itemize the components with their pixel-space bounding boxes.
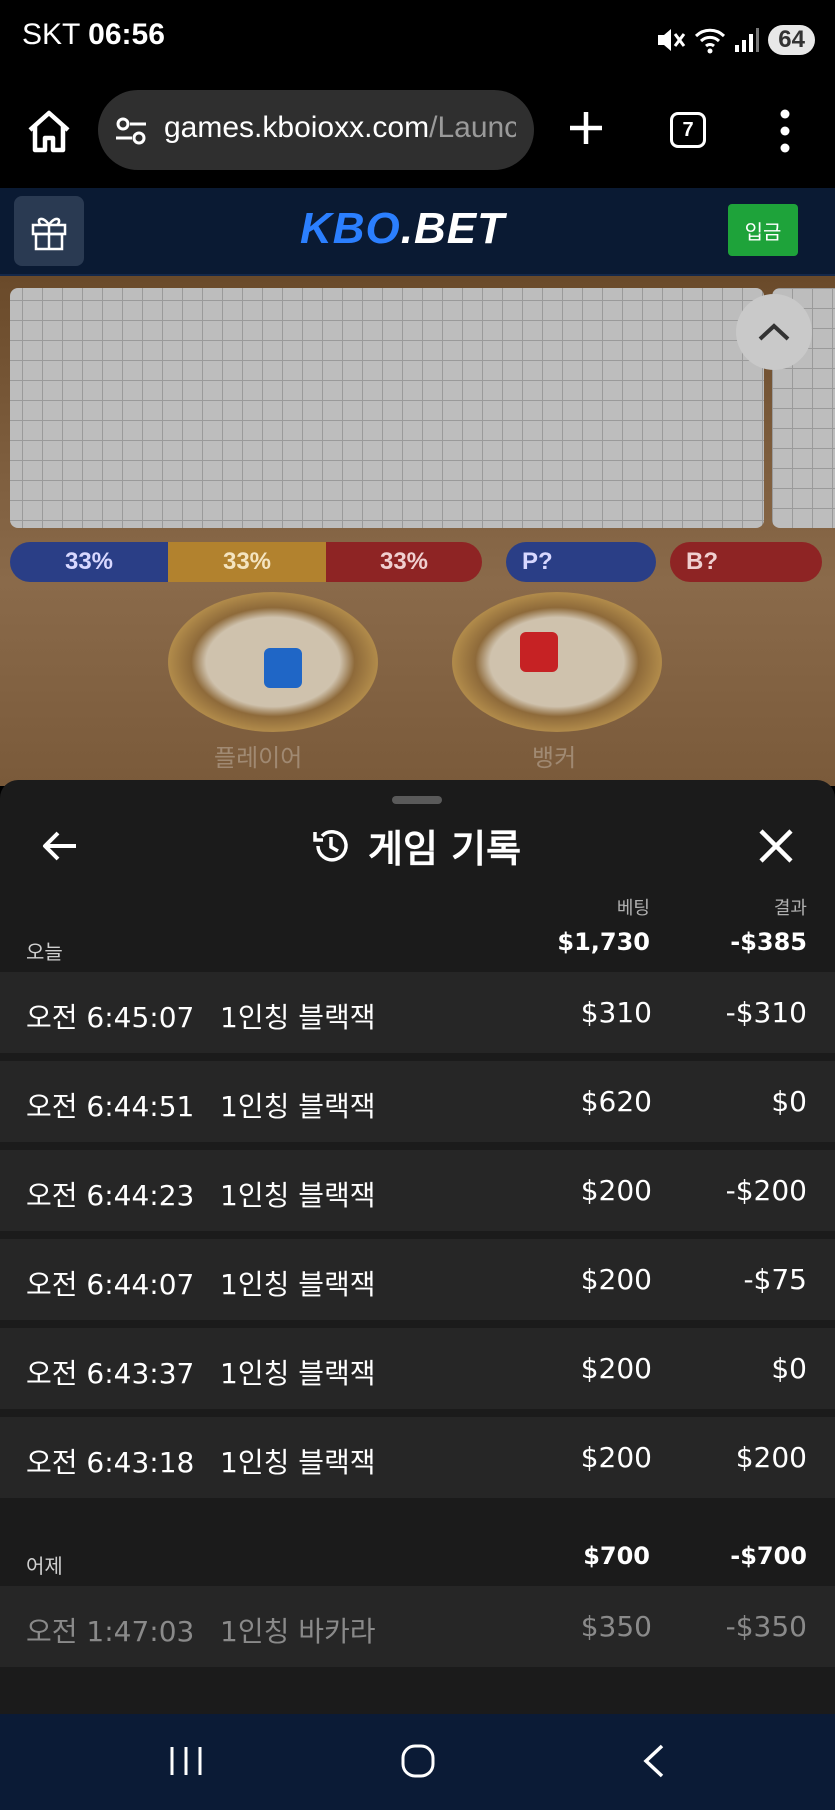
home-icon[interactable] bbox=[22, 104, 76, 158]
gift-button[interactable] bbox=[14, 196, 84, 266]
row-result: -$75 bbox=[743, 1263, 807, 1296]
today-total-result: -$385 bbox=[730, 928, 807, 956]
more-menu-icon[interactable] bbox=[778, 108, 792, 154]
url-path: /Launc bbox=[429, 111, 516, 144]
back-arrow-icon[interactable] bbox=[40, 828, 80, 864]
row-time: 오전 6:43:18 bbox=[26, 1446, 195, 1479]
road-scoreboard bbox=[10, 288, 764, 528]
logo-suffix: .BET bbox=[400, 204, 506, 253]
row-game: 1인칭 블랙잭 bbox=[220, 1268, 376, 1301]
status-icons: 64 bbox=[656, 22, 815, 58]
row-bet: $350 bbox=[580, 1610, 652, 1643]
row-game: 1인칭 블랙잭 bbox=[220, 1446, 376, 1479]
player-predict-button[interactable]: P? bbox=[506, 542, 656, 582]
nav-home-icon[interactable] bbox=[400, 1742, 436, 1780]
yesterday-total-result: -$700 bbox=[730, 1542, 807, 1570]
history-row[interactable]: 오전 6:45:07 1인칭 블랙잭 $310 -$310 bbox=[0, 972, 835, 1053]
player-win-percentage: 33% bbox=[10, 542, 168, 582]
column-header-bet: 베팅 bbox=[616, 898, 650, 919]
yesterday-total-bet: $700 bbox=[583, 1542, 650, 1570]
url-text[interactable]: games.kboioxx.com/Launc bbox=[164, 111, 516, 145]
logo-main: KBO bbox=[300, 204, 401, 253]
row-game: 1인칭 바카라 bbox=[220, 1615, 376, 1648]
sheet-drag-handle[interactable] bbox=[392, 796, 442, 804]
row-result: $0 bbox=[771, 1085, 807, 1118]
row-game: 1인칭 블랙잭 bbox=[220, 1179, 376, 1212]
history-row[interactable]: 오전 6:43:37 1인칭 블랙잭 $200 $0 bbox=[0, 1328, 835, 1409]
nav-back-icon[interactable] bbox=[640, 1742, 668, 1780]
carrier-label: SKT bbox=[22, 18, 80, 51]
new-tab-icon[interactable] bbox=[566, 108, 606, 148]
player-die bbox=[264, 648, 302, 688]
history-row[interactable]: 오전 6:44:23 1인칭 블랙잭 $200 -$200 bbox=[0, 1150, 835, 1231]
site-logo[interactable]: KBO.BET bbox=[300, 204, 505, 254]
banker-predict-button[interactable]: B? bbox=[670, 542, 822, 582]
row-game: 1인칭 블랙잭 bbox=[220, 1357, 376, 1390]
banker-win-percentage: 33% bbox=[326, 542, 482, 582]
row-time: 오전 1:47:03 bbox=[26, 1615, 195, 1648]
tie-percentage: 33% bbox=[168, 542, 326, 582]
tab-switcher-button[interactable]: 7 bbox=[670, 112, 706, 148]
battery-indicator: 64 bbox=[768, 25, 815, 55]
row-bet: $200 bbox=[580, 1441, 652, 1474]
row-bet: $200 bbox=[580, 1352, 652, 1385]
signal-icon bbox=[735, 28, 760, 52]
deposit-button[interactable]: 입금 bbox=[728, 204, 798, 256]
recents-icon[interactable] bbox=[168, 1744, 204, 1778]
row-time: 오전 6:44:51 bbox=[26, 1090, 195, 1123]
history-row[interactable]: 오전 6:44:07 1인칭 블랙잭 $200 -$75 bbox=[0, 1239, 835, 1320]
mute-icon bbox=[658, 29, 686, 51]
sheet-title: 게임 기록 bbox=[310, 818, 521, 873]
banker-label: 뱅커 bbox=[532, 744, 577, 772]
wifi-icon bbox=[695, 28, 726, 54]
row-time: 오전 6:44:23 bbox=[26, 1179, 195, 1212]
url-host: games.kboioxx.com bbox=[164, 111, 430, 144]
banker-die bbox=[520, 632, 558, 672]
sheet-title-text: 게임 기록 bbox=[368, 827, 522, 871]
row-time: 오전 6:45:07 bbox=[26, 1001, 195, 1034]
row-result: $200 bbox=[735, 1441, 807, 1474]
row-result: -$310 bbox=[725, 996, 807, 1029]
history-row[interactable]: 오전 1:47:03 1인칭 바카라 $350 -$350 bbox=[0, 1586, 835, 1667]
row-bet: $310 bbox=[580, 996, 652, 1029]
row-result: -$350 bbox=[725, 1610, 807, 1643]
row-game: 1인칭 블랙잭 bbox=[220, 1001, 376, 1034]
collapse-button[interactable] bbox=[736, 294, 812, 370]
row-time: 오전 6:43:37 bbox=[26, 1357, 195, 1390]
section-label-yesterday: 어제 bbox=[26, 1554, 63, 1578]
row-bet: $620 bbox=[580, 1085, 652, 1118]
history-row[interactable]: 오전 6:44:51 1인칭 블랙잭 $620 $0 bbox=[0, 1061, 835, 1142]
chevron-up-icon bbox=[758, 323, 790, 341]
row-result: -$200 bbox=[725, 1174, 807, 1207]
row-bet: $200 bbox=[580, 1174, 652, 1207]
today-total-bet: $1,730 bbox=[557, 928, 650, 956]
site-settings-icon[interactable] bbox=[114, 114, 148, 148]
history-row[interactable]: 오전 6:43:18 1인칭 블랙잭 $200 $200 bbox=[0, 1417, 835, 1498]
history-icon bbox=[313, 829, 348, 862]
row-game: 1인칭 블랙잭 bbox=[220, 1090, 376, 1123]
player-label: 플레이어 bbox=[214, 744, 303, 772]
row-result: $0 bbox=[771, 1352, 807, 1385]
section-label-today: 오늘 bbox=[26, 940, 63, 964]
row-time: 오전 6:44:07 bbox=[26, 1268, 195, 1301]
row-bet: $200 bbox=[580, 1263, 652, 1296]
gift-icon bbox=[31, 217, 67, 251]
status-carrier-time: SKT 06:56 bbox=[22, 18, 165, 52]
column-header-result: 결과 bbox=[773, 898, 807, 919]
clock: 06:56 bbox=[88, 18, 165, 51]
close-icon[interactable] bbox=[756, 826, 796, 866]
